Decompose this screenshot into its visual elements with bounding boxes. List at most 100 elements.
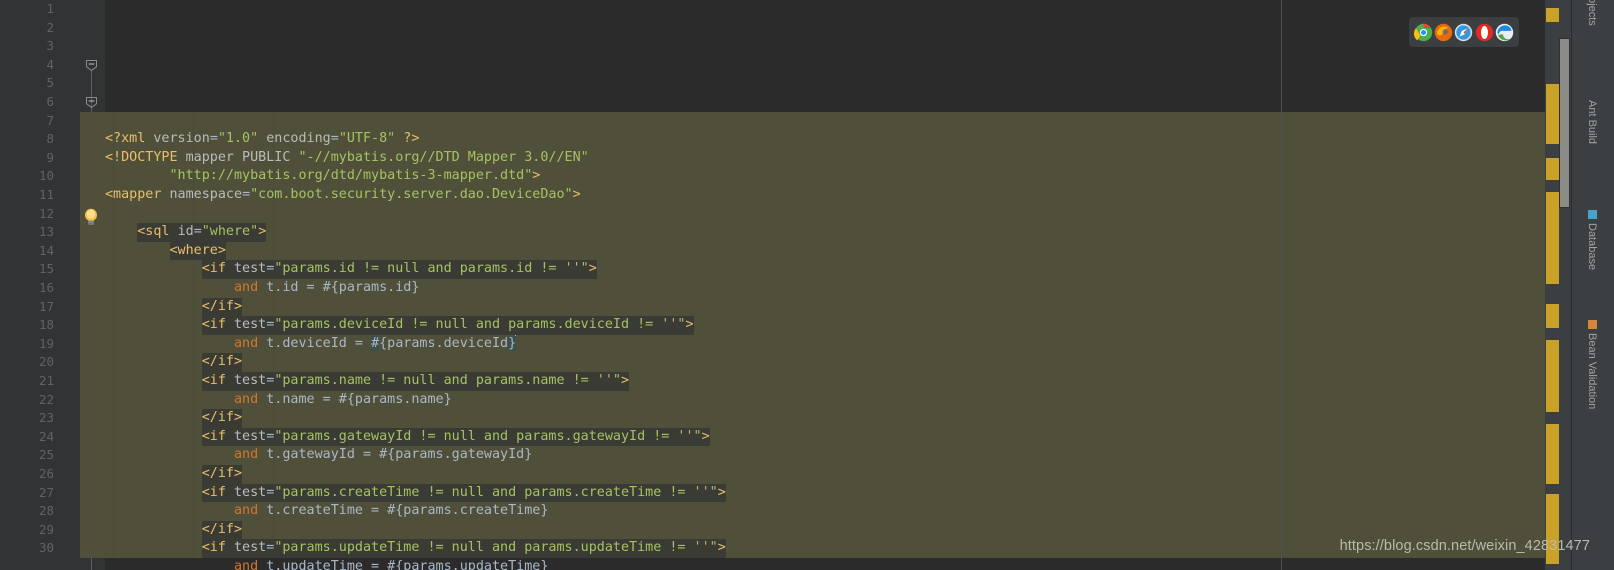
code-line[interactable]: <mapper namespace="com.boot.security.ser… <box>105 186 1545 205</box>
code-token: t.createTime = #{params.createTime} <box>258 503 549 519</box>
code-line[interactable]: </if> <box>105 353 1545 372</box>
line-number: 1 <box>46 1 54 16</box>
code-token: "params.id != null and params.id != ''" <box>274 261 589 277</box>
code-token: <if <box>201 261 234 277</box>
error-stripe-marker[interactable] <box>1546 192 1559 284</box>
open-in-browser-popup[interactable] <box>1409 17 1519 47</box>
opera-icon[interactable] <box>1475 23 1494 42</box>
code-surface[interactable]: <?xml version="1.0" encoding="UTF-8" ?> <… <box>105 0 1545 570</box>
code-line-text: </if> <box>201 353 243 372</box>
code-token: > <box>572 186 581 202</box>
error-stripe-marker[interactable] <box>1546 424 1559 484</box>
error-stripe-markers[interactable] <box>1545 0 1571 570</box>
tool-window-label: Database <box>1586 223 1598 271</box>
code-token: # <box>371 335 380 351</box>
line-number: 2 <box>46 19 54 35</box>
code-line[interactable]: </if> <box>105 409 1545 428</box>
code-line-text: </if> <box>201 409 243 428</box>
code-token: and <box>234 558 259 570</box>
code-line[interactable]: <if test="params.deviceId != null and pa… <box>105 316 1545 335</box>
code-token: <mapper <box>105 186 170 202</box>
code-token: test <box>234 540 267 556</box>
code-token: </if> <box>201 298 243 314</box>
code-line[interactable]: </if> <box>105 464 1545 484</box>
code-line[interactable]: and t.id = #{params.id} <box>105 279 1545 298</box>
error-stripe-marker[interactable] <box>1546 8 1559 22</box>
code-line[interactable]: "http://mybatis.org/dtd/mybatis-3-mapper… <box>105 167 1545 186</box>
code-token: "http://mybatis.org/dtd/mybatis-3-mapper… <box>169 168 533 184</box>
code-token: = <box>209 131 218 147</box>
tool-window-label: Bean Validation <box>1586 333 1598 410</box>
code-line-text: and t.gatewayId = #{params.gatewayId} <box>105 446 532 465</box>
code-line[interactable]: and t.name = #{params.name} <box>105 391 1545 410</box>
code-line[interactable]: and t.createTime = #{params.createTime} <box>105 502 1545 521</box>
code-line[interactable]: <if test="params.id != null and params.i… <box>105 260 1545 279</box>
firefox-icon[interactable] <box>1434 23 1453 42</box>
line-number: 11 <box>38 187 54 202</box>
code-token: mapper PUBLIC <box>185 149 299 165</box>
safari-icon[interactable] <box>1454 23 1473 42</box>
code-line-text: <?xml version="1.0" encoding="UTF-8" ?> <box>105 130 419 149</box>
code-token: "where" <box>201 224 259 240</box>
error-stripe-marker[interactable] <box>1546 304 1559 328</box>
line-number: 19 <box>38 335 54 351</box>
code-token: t.deviceId = <box>258 335 372 351</box>
code-line[interactable]: and t.gatewayId = #{params.gatewayId} <box>105 446 1545 465</box>
right-tool-window-bar[interactable]: Maven Projects Ant Build Database Bean Vali… <box>1571 0 1614 570</box>
chrome-icon[interactable] <box>1413 23 1433 42</box>
code-line-text: <sql id="where"> <box>137 223 267 242</box>
code-token: </if> <box>201 465 243 481</box>
line-number: 9 <box>46 149 54 165</box>
code-token: </if> <box>201 521 243 537</box>
line-number: 26 <box>38 466 54 481</box>
code-token: "-//mybatis.org//DTD Mapper 3.0//EN" <box>298 149 589 165</box>
code-token: <if <box>201 317 234 333</box>
intention-bulb-icon[interactable] <box>83 208 99 226</box>
error-stripe-marker[interactable] <box>1546 158 1559 180</box>
code-line[interactable]: </if> <box>105 520 1545 540</box>
line-number: 23 <box>38 410 54 426</box>
code-line[interactable]: <sql id="where"> <box>105 223 1545 242</box>
code-line-text: </if> <box>201 297 243 317</box>
code-line[interactable] <box>105 205 1545 224</box>
code-line[interactable]: and t.deviceId = #{params.deviceId} <box>105 334 1545 354</box>
line-number: 3 <box>46 38 54 54</box>
tool-window-label: Maven Projects <box>1586 0 1598 26</box>
watermark-url: https://blog.csdn.net/weixin_42831477 <box>1339 538 1590 554</box>
code-editor[interactable]: 1 2 3 4 5 6 7 8 9 10 11 12 13 14 15 16 17 18 19 20 21 22 23 24 2… <box>0 0 1545 570</box>
fold-marker-icon[interactable] <box>85 59 98 72</box>
edge-icon[interactable] <box>1495 23 1514 42</box>
code-line[interactable]: <where> <box>105 241 1545 261</box>
code-line[interactable]: <if test="params.createTime != null and … <box>105 483 1545 503</box>
fold-marker-icon[interactable] <box>85 96 98 109</box>
code-token: <?xml <box>105 131 154 147</box>
code-line[interactable]: </if> <box>105 297 1545 317</box>
code-line-text: <mapper namespace="com.boot.security.ser… <box>105 186 581 205</box>
code-token: and <box>234 335 259 351</box>
line-number: 15 <box>38 261 54 277</box>
error-stripe-marker[interactable] <box>1546 340 1559 412</box>
vertical-scrollbar-thumb[interactable] <box>1559 38 1570 208</box>
code-line-text: "http://mybatis.org/dtd/mybatis-3-mapper… <box>105 167 541 186</box>
code-token: > <box>685 317 694 333</box>
code-token: </if> <box>201 410 243 426</box>
code-token: > <box>717 484 726 500</box>
tool-tab-maven-projects[interactable]: Maven Projects <box>1582 0 1602 110</box>
code-line[interactable]: <?xml version="1.0" encoding="UTF-8" ?> <box>105 130 1545 149</box>
error-stripe-marker[interactable] <box>1546 84 1559 144</box>
code-line-text: </if> <box>201 520 243 540</box>
code-line[interactable]: <if test="params.gatewayId != null and p… <box>105 427 1545 447</box>
code-line[interactable]: and t.updateTime = #{params.updateTime} <box>105 558 1545 570</box>
code-line[interactable]: <if test="params.updateTime != null and … <box>105 539 1545 558</box>
tool-tab-bean-validation[interactable]: Bean Validation <box>1582 320 1602 480</box>
fold-marker-column[interactable] <box>80 0 105 570</box>
code-line[interactable]: <!DOCTYPE mapper PUBLIC "-//mybatis.org/… <box>105 149 1545 168</box>
code-token: </if> <box>201 354 243 370</box>
code-line[interactable]: <if test="params.name != null and params… <box>105 371 1545 391</box>
editor-gutter[interactable]: 1 2 3 4 5 6 7 8 9 10 11 12 13 14 15 16 17 18 19 20 21 22 23 24 2… <box>0 0 80 570</box>
